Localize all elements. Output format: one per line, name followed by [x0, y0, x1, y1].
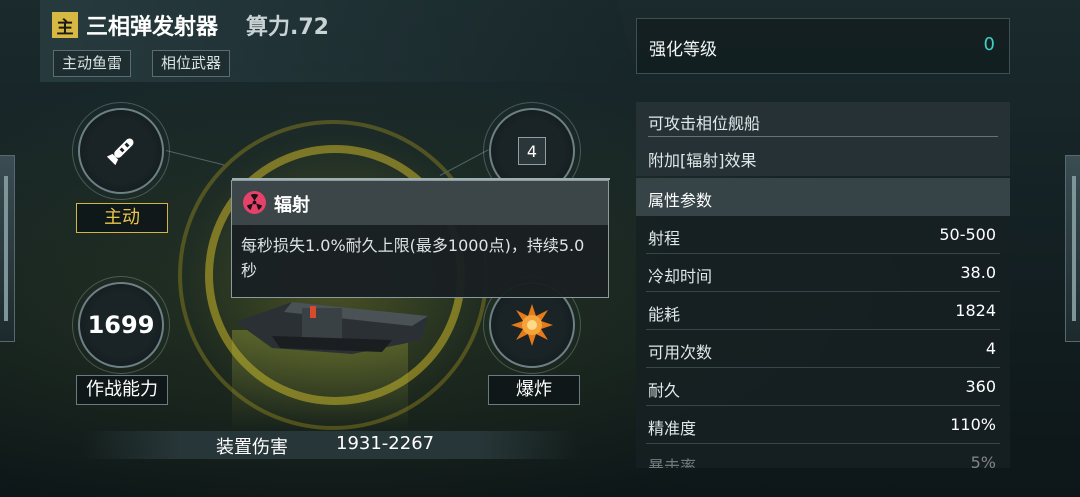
stat-row-crit: 暴击率 5% [636, 444, 1010, 468]
weapon-type-circle[interactable] [72, 102, 170, 200]
ability-item: 可攻击相位舰船 [648, 114, 761, 133]
stat-value: 38.0 [960, 263, 996, 282]
radiation-icon [243, 191, 266, 214]
enhance-level-value: 0 [983, 34, 995, 55]
stat-row-cooldown: 冷却时间 38.0 [636, 254, 1010, 292]
stat-row-uses: 可用次数 4 [636, 330, 1010, 368]
stat-value: 50-500 [939, 225, 996, 244]
divider [648, 136, 998, 137]
connector-line [165, 150, 225, 166]
stat-value: 360 [965, 377, 996, 396]
spec-count: 4 [518, 137, 546, 165]
stat-value: 5% [970, 453, 996, 468]
stat-label: 射程 [648, 229, 681, 248]
stat-row-energy: 能耗 1824 [636, 292, 1010, 330]
stat-label: 精准度 [648, 419, 697, 438]
tag-active-torpedo: 主动鱼雷 [53, 50, 132, 77]
stat-label: 耐久 [648, 381, 681, 400]
ability-list: 可攻击相位舰船 附加[辐射]效果 [636, 102, 1010, 176]
damage-bar [80, 431, 580, 459]
main-weapon-badge: 主 [52, 12, 78, 38]
stat-label: 可用次数 [648, 343, 713, 362]
game-panel: 主 三相弹发射器 算力.72 主动鱼雷 相位武器 强化等级 0 可攻击相位舰船 … [0, 0, 1080, 497]
stat-label: 暴击率 [648, 457, 697, 468]
power-cost: 算力.72 [246, 15, 329, 40]
torpedo-icon [80, 110, 162, 192]
tooltip-description: 每秒损失1.0%耐久上限(最多1000点)，持续5.0秒 [241, 236, 585, 280]
stat-row-accuracy: 精准度 110% [636, 406, 1010, 444]
stats-panel[interactable]: 属性参数 射程 50-500 冷却时间 38.0 能耗 1824 可用次数 4 … [636, 178, 1010, 468]
left-edge-handle [0, 155, 15, 342]
stat-label: 能耗 [648, 305, 681, 324]
stat-row-range: 射程 50-500 [636, 216, 1010, 254]
right-edge-handle [1065, 155, 1080, 342]
ability-item: 附加[辐射]效果 [648, 151, 757, 170]
stat-value: 110% [950, 415, 996, 434]
enhance-level-label: 强化等级 [649, 40, 717, 60]
explosion-label: 爆炸 [488, 375, 580, 405]
radiation-tooltip: 辐射 每秒损失1.0%耐久上限(最多1000点)，持续5.0秒 [231, 178, 610, 298]
tooltip-header: 辐射 [232, 181, 608, 225]
active-label: 主动 [76, 203, 168, 233]
stats-header: 属性参数 [636, 178, 1010, 216]
tag-phase-weapon: 相位武器 [152, 50, 231, 77]
combat-value-wrap: 1699 [80, 284, 162, 366]
weapon-name: 三相弹发射器 [86, 15, 219, 40]
connector-line [439, 149, 489, 176]
damage-value: 1931-2267 [336, 433, 435, 454]
enhance-level-box[interactable]: 强化等级 0 [636, 18, 1010, 74]
combat-power-value: 1699 [87, 311, 155, 339]
stat-value: 4 [985, 339, 996, 358]
combat-power-circle[interactable]: 1699 [72, 276, 170, 374]
combat-power-label: 作战能力 [76, 375, 168, 405]
tooltip-title: 辐射 [274, 195, 310, 216]
stat-label: 冷却时间 [648, 267, 713, 286]
damage-label: 装置伤害 [216, 437, 288, 458]
launcher-model [236, 302, 428, 354]
stats-title: 属性参数 [648, 191, 713, 210]
tooltip-top-line [232, 178, 610, 180]
stat-row-durability: 耐久 360 [636, 368, 1010, 406]
stat-value: 1824 [955, 301, 996, 320]
